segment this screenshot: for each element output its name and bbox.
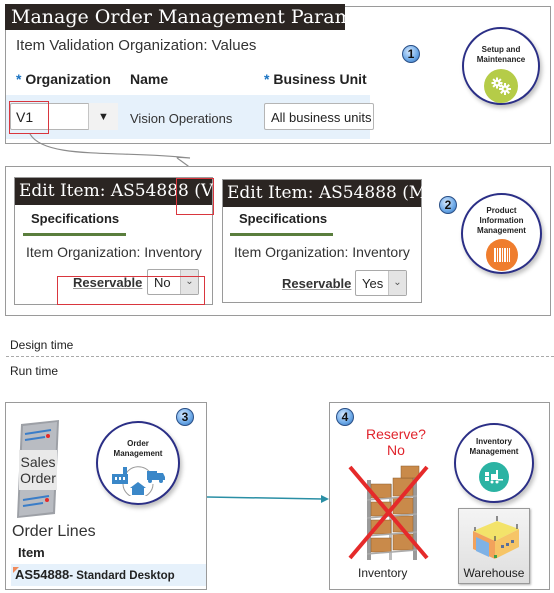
connector-order-to-inventory: [206, 496, 324, 500]
order-lines-heading: Order Lines: [12, 523, 96, 540]
reservable-label: Reservable: [282, 276, 352, 291]
tab-active-indicator: [23, 233, 126, 236]
item-organization-label: Item Organization: Inventory: [26, 244, 202, 260]
app-label: Management: [477, 226, 526, 235]
warehouse-label: Warehouse: [463, 566, 525, 580]
highlight-box-reservable: [57, 276, 205, 305]
app-label: Product: [486, 206, 517, 215]
reserve-question: Reserve? No: [356, 426, 436, 458]
sales-order-text: Order: [20, 470, 56, 486]
item-card-title: Edit Item: AS54888 (M1): [223, 180, 444, 207]
item-organization-label: Item Organization: Inventory: [234, 244, 410, 260]
run-time-label: Run time: [10, 364, 59, 378]
app-label: Management: [469, 447, 519, 456]
reservable-value: Yes: [362, 276, 384, 291]
step-badge-2: 2: [439, 196, 457, 214]
warehouse-icon: [473, 516, 519, 559]
step-badge-4: 4: [336, 408, 354, 426]
app-label: Inventory: [475, 437, 512, 446]
item-description: - Standard Desktop: [69, 570, 175, 582]
arrow-head-icon: [321, 495, 329, 503]
reserve-answer-text: No: [387, 442, 405, 458]
order-line-row[interactable]: AS54888- Standard Desktop: [11, 564, 206, 586]
app-circle-order-management: Order Management: [96, 421, 180, 505]
tab-specifications[interactable]: Specifications: [239, 211, 327, 226]
chevron-down-icon[interactable]: ⌄: [388, 271, 406, 295]
app-circle-product-information-management: Product Information Management: [461, 193, 542, 274]
item-column-header: Item: [18, 545, 45, 560]
edit-item-card-m1: Edit Item: AS54888 (M1) Specifications I…: [222, 179, 444, 303]
tab-active-indicator: [230, 233, 333, 236]
forklift-icon: [479, 462, 509, 492]
app-label: Order: [127, 439, 149, 448]
item-number: AS54888: [15, 567, 70, 582]
app-label: Management: [113, 449, 163, 458]
order-line-item[interactable]: AS54888- Standard Desktop: [15, 567, 175, 582]
highlight-box-v1-org: [176, 178, 214, 215]
design-time-label: Design time: [10, 338, 74, 352]
warehouse-button[interactable]: Warehouse: [458, 508, 530, 584]
phase-divider: [6, 356, 554, 357]
inventory-label: Inventory: [358, 566, 408, 580]
sales-order-label: Sales Order: [20, 454, 56, 486]
tab-specifications[interactable]: Specifications: [31, 211, 119, 226]
barcode-icon: [485, 239, 518, 271]
reservable-select[interactable]: Yes ⌄: [355, 270, 407, 296]
reserve-question-text: Reserve?: [366, 426, 426, 442]
connector-curve-v1: [29, 133, 194, 171]
app-label: Information: [479, 216, 524, 225]
inventory-shelf-icon: [345, 462, 433, 562]
app-circle-inventory-management: Inventory Management: [454, 423, 534, 503]
order-flow-icon: [109, 462, 167, 499]
sales-order-text: Sales: [20, 454, 56, 470]
step-badge-3: 3: [176, 408, 194, 426]
